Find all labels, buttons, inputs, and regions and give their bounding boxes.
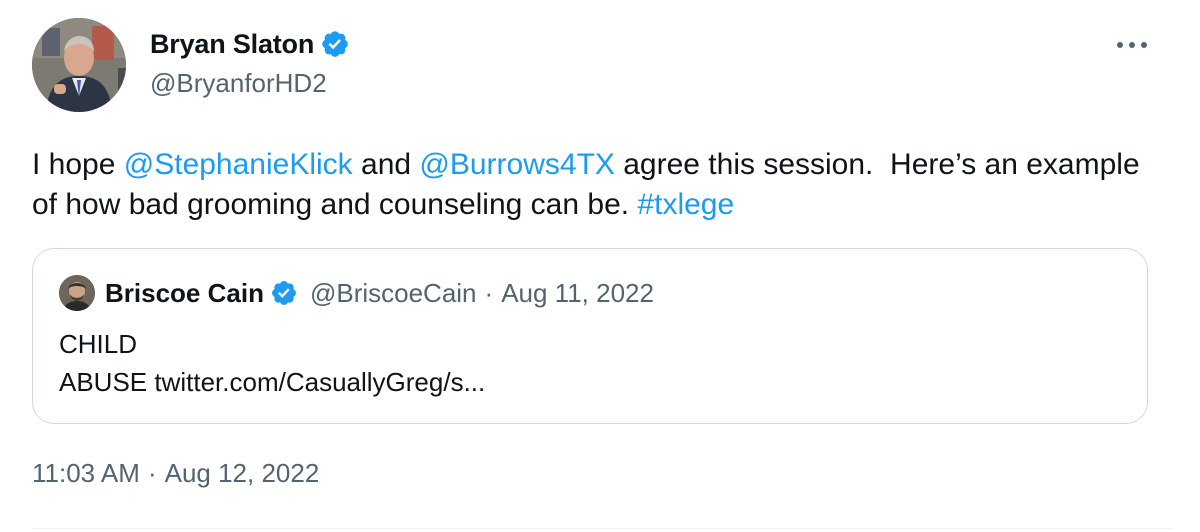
quoted-text-line: CHILD <box>59 329 138 359</box>
more-dots-icon <box>1117 42 1147 48</box>
quoted-author-name: Briscoe Cain <box>105 277 264 308</box>
tweet-text-plain: and <box>352 148 420 181</box>
profile-photo-icon <box>59 275 95 311</box>
tweet-card: Bryan Slaton @BryanforHD2 I hope @Stepha… <box>0 0 1200 532</box>
author-name-row: Bryan Slaton <box>150 26 350 62</box>
mention-link[interactable]: @Burrows4TX <box>419 148 615 181</box>
quoted-tweet-body: CHILD ABUSE twitter.com/CasuallyGreg/s..… <box>59 325 485 401</box>
tweet-date: Aug 12, 2022 <box>164 458 320 488</box>
timestamp-separator: · <box>147 458 157 488</box>
author-avatar[interactable] <box>32 18 126 112</box>
quoted-tweet-header: Briscoe Cain @BriscoeCain · Aug 11, 2022 <box>59 275 654 311</box>
author-name[interactable]: Bryan Slaton <box>150 29 314 60</box>
mention-link[interactable]: @StephanieKlick <box>124 148 353 181</box>
profile-photo-icon <box>32 18 126 112</box>
tweet-text-plain: I hope <box>32 148 124 181</box>
tweet-timestamp[interactable]: 11:03 AM · Aug 12, 2022 <box>32 458 319 489</box>
quoted-date: Aug 11, 2022 <box>501 277 654 308</box>
quoted-tweet[interactable]: Briscoe Cain @BriscoeCain · Aug 11, 2022… <box>32 248 1148 424</box>
divider <box>32 528 1172 529</box>
verified-badge-icon <box>320 29 350 59</box>
author-handle[interactable]: @BryanforHD2 <box>150 68 327 99</box>
hashtag-link[interactable]: #txlege <box>637 188 734 221</box>
quoted-author-handle: @BriscoeCain <box>309 277 477 308</box>
tweet-text: I hope @StephanieKlick and @Burrows4TX a… <box>32 145 1172 225</box>
quoted-text-line: ABUSE twitter.com/CasuallyGreg/s... <box>59 367 486 397</box>
quoted-separator: · <box>484 277 494 308</box>
verified-badge-icon <box>270 279 298 307</box>
quoted-author-avatar <box>59 275 95 311</box>
more-options-button[interactable] <box>1110 30 1154 60</box>
tweet-time: 11:03 AM <box>32 458 140 488</box>
